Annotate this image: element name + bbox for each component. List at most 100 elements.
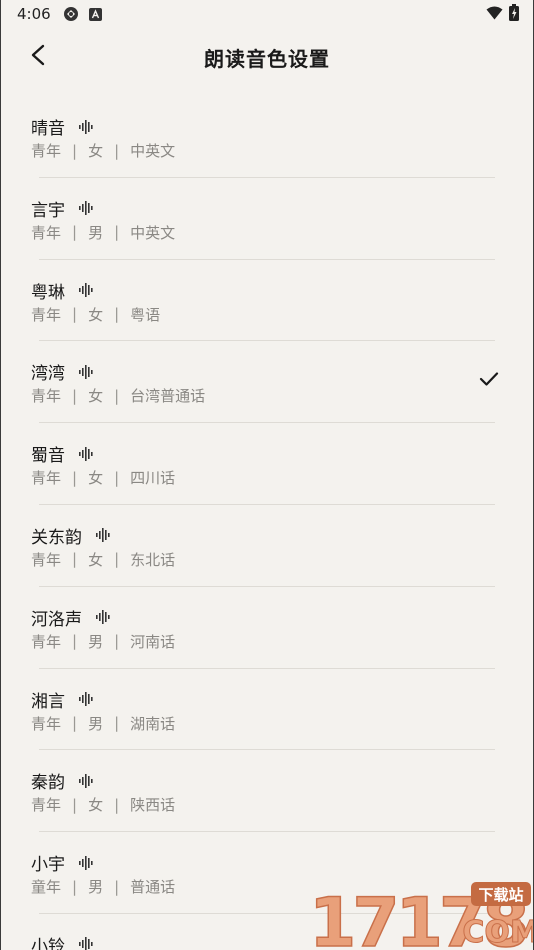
- meta-separator: |: [72, 632, 78, 651]
- meta-separator: |: [72, 468, 78, 487]
- voice-item[interactable]: 湾湾 青年 | 女 | 台湾普通话: [1, 341, 533, 424]
- status-time: 4:06: [17, 5, 51, 23]
- header: 朗读音色设置: [1, 34, 533, 80]
- voice-name: 言宇: [31, 200, 65, 221]
- voice-item[interactable]: 关东韵 青年 | 女 | 东北话: [1, 505, 533, 587]
- voice-gender: 男: [88, 714, 104, 733]
- chevron-left-icon: [30, 44, 46, 70]
- sound-wave-icon[interactable]: [79, 364, 94, 379]
- voice-language: 中英文: [130, 142, 176, 160]
- meta-separator: |: [72, 141, 78, 160]
- meta-separator: |: [72, 550, 78, 569]
- back-button[interactable]: [23, 42, 53, 72]
- meta-separator: |: [114, 550, 120, 569]
- voice-age: 青年: [31, 632, 62, 651]
- voice-item[interactable]: 秦韵青年 | 女 | 陕西话: [1, 750, 533, 833]
- voice-name: 关东韵: [31, 527, 82, 548]
- voice-item[interactable]: 蜀音 青年 | 女 | 四川话: [1, 423, 533, 505]
- voice-name: 小铃: [31, 936, 65, 950]
- sound-wave-icon[interactable]: [79, 201, 94, 216]
- meta-separator: |: [72, 795, 78, 814]
- battery-icon: [509, 3, 519, 25]
- voice-meta: 青年 | 男 | 中英文: [31, 222, 175, 243]
- voice-name-row: 河洛声: [31, 605, 111, 630]
- voice-name: 晴音: [31, 119, 65, 139]
- voice-item[interactable]: 河洛声 青年 | 男 | 河南话: [1, 587, 533, 669]
- watermark-tag: 下载站: [478, 886, 523, 904]
- app-frame: 4:06 朗读音色设置 晴音 青年 | 女 | 中英文 言宇 青年 | 男 | …: [0, 0, 534, 950]
- voice-meta: 青年 | 女 | 中英文: [31, 140, 175, 161]
- voice-meta: 青年 | 男 | 河南话: [31, 631, 175, 652]
- voice-name-row: 言宇: [31, 196, 94, 221]
- voice-name-row: 小宇: [31, 850, 94, 875]
- voice-name: 粤琳: [31, 282, 65, 303]
- sound-wave-icon[interactable]: [79, 119, 94, 134]
- watermark-domain: COM: [462, 915, 533, 950]
- voice-item[interactable]: 粤琳 青年 | 女 | 粤语: [1, 260, 533, 342]
- meta-separator: |: [114, 795, 120, 814]
- voice-language: 湖南话: [130, 714, 176, 733]
- voice-age: 青年: [31, 796, 62, 815]
- sound-wave-icon[interactable]: [79, 446, 94, 461]
- meta-separator: |: [114, 305, 120, 324]
- voice-language: 台湾普通话: [130, 387, 206, 406]
- voice-name: 秦韵: [31, 773, 65, 794]
- sync-icon: [63, 6, 79, 22]
- voice-name-row: 晴音: [31, 114, 94, 139]
- voice-age: 青年: [31, 387, 62, 406]
- voice-meta: 青年 | 女 | 陕西话: [31, 794, 175, 815]
- meta-separator: |: [114, 141, 120, 160]
- voice-meta: 青年 | 女 | 四川话: [31, 467, 175, 488]
- status-bar: 4:06: [1, 0, 533, 28]
- voice-age: 青年: [31, 305, 62, 324]
- status-right: [486, 3, 519, 25]
- meta-separator: |: [114, 468, 120, 487]
- voice-language: 四川话: [130, 469, 176, 488]
- voice-name: 河洛声: [31, 609, 82, 630]
- voice-item[interactable]: 湘言 青年 | 男 | 湖南话: [1, 669, 533, 751]
- voice-gender: 女: [88, 550, 104, 569]
- voice-meta: 青年 | 女 | 粤语: [31, 304, 160, 325]
- sound-wave-icon[interactable]: [79, 692, 94, 707]
- voice-gender: 男: [88, 632, 104, 651]
- voice-language: 陕西话: [130, 796, 176, 815]
- voice-name-row: 湘言: [31, 687, 94, 712]
- voice-meta: 青年 | 女 | 台湾普通话: [31, 385, 205, 406]
- meta-separator: |: [72, 223, 78, 242]
- voice-age: 青年: [31, 714, 62, 733]
- voice-name-row: 湾湾: [31, 359, 94, 384]
- voice-item[interactable]: 言宇 青年 | 男 | 中英文: [1, 178, 533, 260]
- meta-separator: |: [72, 386, 78, 405]
- voice-list: 晴音 青年 | 女 | 中英文 言宇 青年 | 男 | 中英文 粤琳 青年 | 女 | 粤语 湾湾 青年 | 女 | 台湾普通…: [1, 96, 533, 950]
- sound-wave-icon[interactable]: [96, 610, 111, 625]
- voice-name: 小宇: [31, 855, 65, 876]
- checkmark-icon: [479, 371, 499, 391]
- voice-name: 湘言: [31, 691, 65, 712]
- watermark: 17178 下载站 COM: [308, 882, 533, 950]
- meta-separator: |: [114, 632, 120, 651]
- voice-gender: 女: [88, 796, 104, 815]
- app-notification-icon: [88, 7, 102, 21]
- voice-language: 中英文: [130, 223, 176, 242]
- sound-wave-icon[interactable]: [79, 773, 94, 788]
- meta-separator: |: [114, 714, 120, 733]
- meta-separator: |: [72, 305, 78, 324]
- sound-wave-icon[interactable]: [79, 283, 94, 298]
- voice-gender: 女: [88, 387, 104, 406]
- voice-name-row: 关东韵: [31, 523, 111, 548]
- meta-separator: |: [72, 877, 78, 896]
- voice-age: 青年: [31, 142, 62, 160]
- voice-name-row: 秦韵: [31, 768, 94, 793]
- voice-item[interactable]: 晴音青年 | 女 | 中英文: [1, 96, 533, 178]
- voice-gender: 男: [88, 223, 104, 242]
- voice-meta: 青年 | 女 | 东北话: [31, 549, 175, 570]
- sound-wave-icon[interactable]: [79, 937, 94, 950]
- meta-separator: |: [114, 877, 120, 896]
- voice-gender: 女: [88, 142, 104, 160]
- voice-age: 青年: [31, 223, 62, 242]
- voice-gender: 男: [88, 878, 104, 897]
- voice-meta: 青年 | 男 | 湖南话: [31, 713, 175, 734]
- sound-wave-icon[interactable]: [79, 855, 94, 870]
- voice-language: 东北话: [130, 550, 176, 569]
- sound-wave-icon[interactable]: [96, 528, 111, 543]
